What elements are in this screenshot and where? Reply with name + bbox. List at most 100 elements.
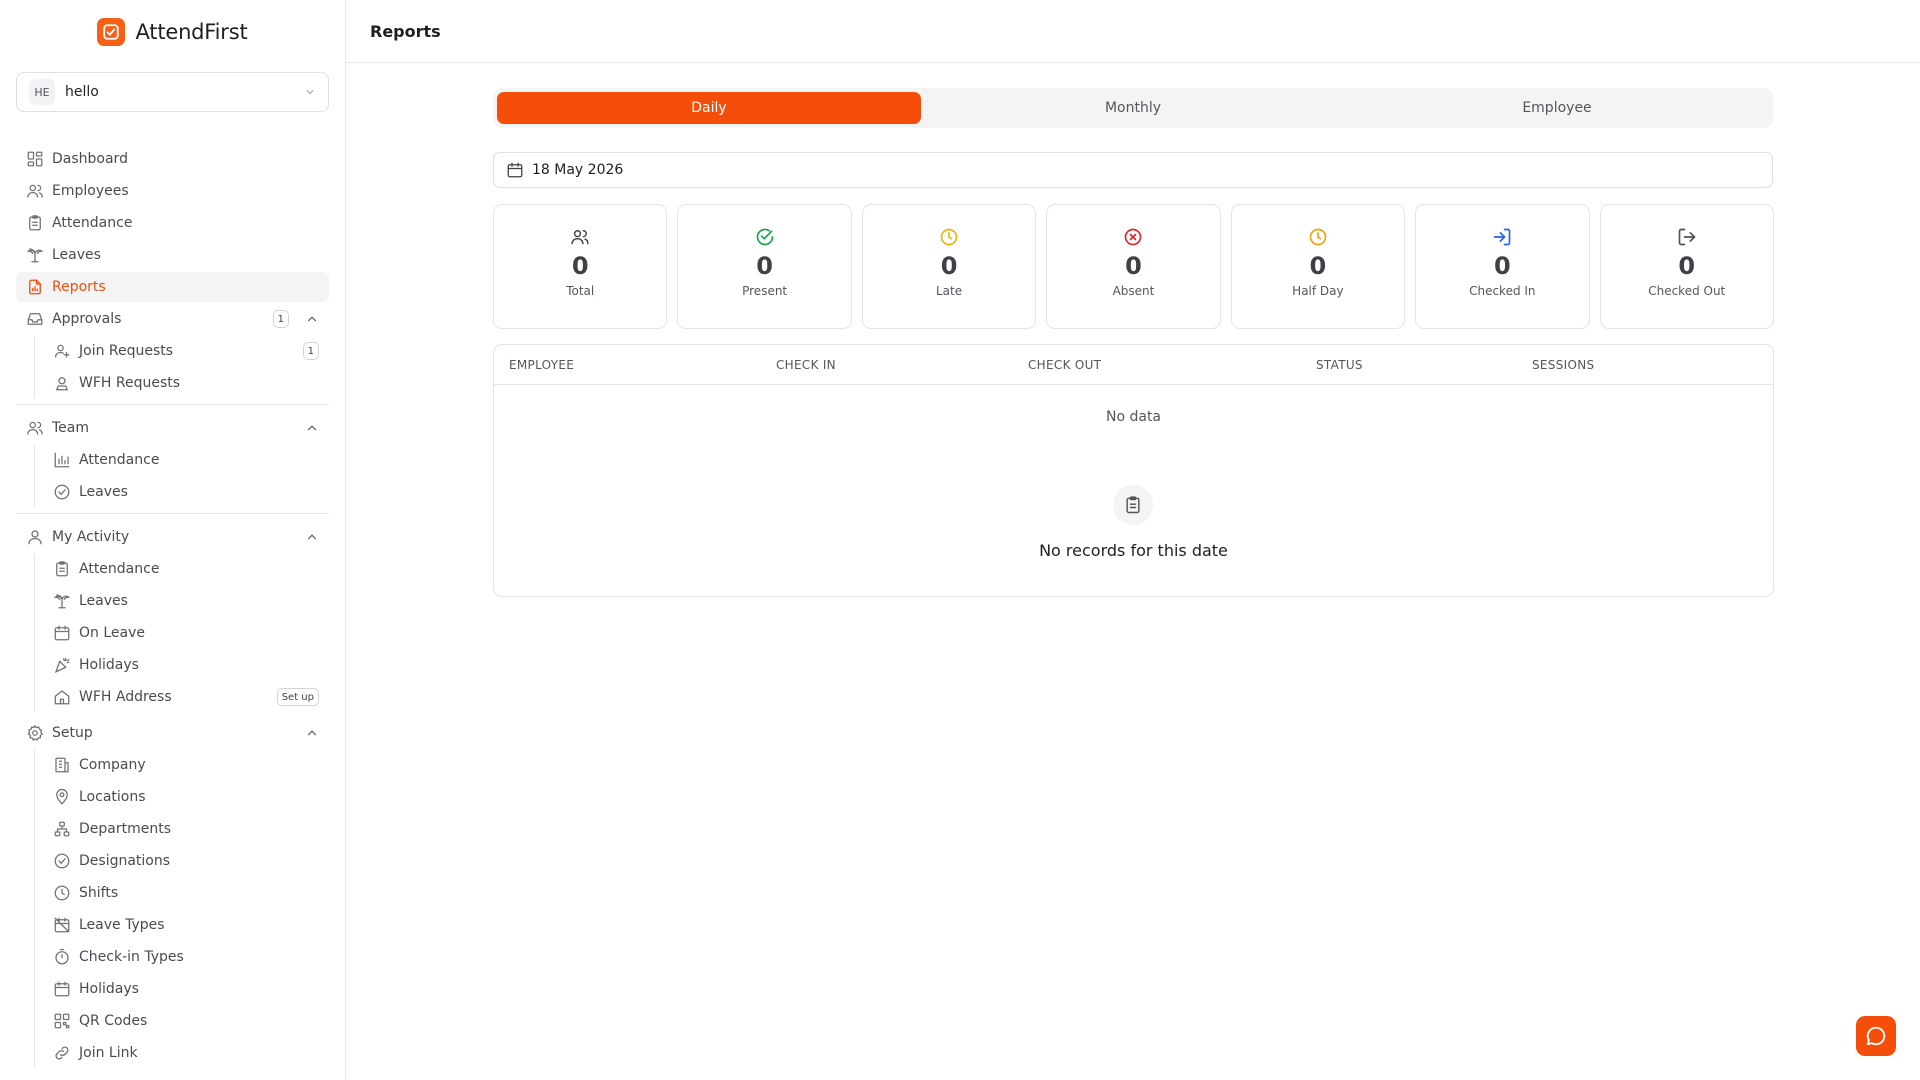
sidebar-item-label: Approvals xyxy=(52,311,122,327)
sidebar-item-label: QR Codes xyxy=(79,1013,148,1029)
sidebar-group-approvals[interactable]: Approvals 1 xyxy=(16,304,329,334)
tab-employee[interactable]: Employee xyxy=(1345,92,1769,124)
sidebar-item-dashboard[interactable]: Dashboard xyxy=(16,144,329,174)
sidebar-item-label: Join Requests xyxy=(79,343,174,359)
no-data-text: No data xyxy=(1105,409,1162,425)
chevron-up-icon xyxy=(307,425,317,431)
timer-icon xyxy=(55,948,69,965)
chevron-up-icon xyxy=(307,316,317,322)
sidebar-item-departments[interactable]: Departments xyxy=(45,814,329,844)
sidebar-group-my-activity[interactable]: My Activity xyxy=(16,522,329,552)
sidebar-item-team-attendance[interactable]: Attendance xyxy=(45,445,329,475)
sidebar-item-my-holidays[interactable]: Holidays xyxy=(45,650,329,680)
sidebar-item-label: WFH Address xyxy=(79,689,172,705)
column-header-status[interactable]: STATUS xyxy=(1316,345,1363,385)
user-plus-icon xyxy=(54,344,70,358)
sidebar-item-label: Attendance xyxy=(79,561,160,577)
tab-daily[interactable]: Daily xyxy=(497,92,921,124)
sidebar-item-my-leaves[interactable]: Leaves xyxy=(45,586,329,616)
attendance-table: EMPLOYEE CHECK IN CHECK OUT STATUS SESSI… xyxy=(493,344,1774,597)
stat-card-late: 0 Late xyxy=(861,204,1037,329)
chat-support-button[interactable] xyxy=(1856,1016,1896,1056)
sidebar-item-leaves[interactable]: Leaves xyxy=(16,240,329,270)
gear-icon xyxy=(27,724,44,741)
tab-monthly[interactable]: Monthly xyxy=(921,92,1345,124)
sidebar-item-label: Reports xyxy=(52,279,106,295)
sidebar-item-join-requests[interactable]: Join Requests 1 xyxy=(45,336,329,366)
sidebar-item-join-link[interactable]: Join Link xyxy=(45,1038,329,1068)
workspace-name: hello xyxy=(65,84,99,100)
sidebar-item-label: Setup xyxy=(52,725,93,741)
sidebar-item-check-in-types[interactable]: Check-in Types xyxy=(45,942,329,972)
sidebar-item-label: On Leave xyxy=(79,625,145,641)
sidebar-item-wfh-requests[interactable]: WFH Requests xyxy=(45,368,329,398)
stat-label: Present xyxy=(742,284,788,298)
stat-label: Checked Out xyxy=(1648,284,1726,298)
team-subnav: Attendance Leaves xyxy=(34,445,329,507)
sidebar-item-employees[interactable]: Employees xyxy=(16,176,329,206)
stat-card-present: 0 Present xyxy=(677,204,852,329)
sidebar-item-locations[interactable]: Locations xyxy=(45,782,329,812)
building-icon xyxy=(55,757,69,773)
sidebar-item-leave-types[interactable]: Leave Types xyxy=(45,910,329,940)
sidebar-item-attendance[interactable]: Attendance xyxy=(16,208,329,238)
chevron-down-icon xyxy=(306,90,314,95)
sidebar-item-team-leaves[interactable]: Leaves xyxy=(45,477,329,507)
user-pin-icon xyxy=(55,377,69,391)
approvals-subnav: Join Requests 1 WFH Requests xyxy=(34,336,329,398)
sidebar-item-label: Departments xyxy=(79,821,172,837)
stat-value: 0 xyxy=(1309,252,1327,280)
divider xyxy=(16,404,329,405)
clipboard-icon xyxy=(56,561,68,577)
column-header-employee[interactable]: EMPLOYEE xyxy=(509,345,574,385)
sidebar-item-holidays[interactable]: Holidays xyxy=(45,974,329,1004)
stat-label: Absent xyxy=(1112,284,1155,298)
report-tabs: Daily Monthly Employee xyxy=(493,88,1773,128)
report-icon xyxy=(29,279,41,295)
column-header-check-out[interactable]: CHECK OUT xyxy=(1028,345,1101,385)
log-in-icon xyxy=(1493,228,1511,246)
sidebar-item-label: Company xyxy=(79,757,146,773)
sidebar-item-label: Dashboard xyxy=(52,151,128,167)
chevron-up-icon xyxy=(307,534,317,540)
clock-icon xyxy=(54,885,70,901)
column-header-sessions[interactable]: SESSIONS xyxy=(1532,345,1594,385)
badge-check-icon xyxy=(54,853,70,869)
users-icon xyxy=(27,421,43,435)
sidebar-item-shifts[interactable]: Shifts xyxy=(45,878,329,908)
sidebar-group-team[interactable]: Team xyxy=(16,413,329,443)
sidebar-item-company[interactable]: Company xyxy=(45,750,329,780)
chevron-up-icon xyxy=(307,730,317,736)
sidebar: AttendFirst HE hello Dashboard Employees… xyxy=(0,0,346,1080)
brand[interactable]: AttendFirst xyxy=(0,0,345,64)
sidebar-item-label: Leaves xyxy=(79,593,128,609)
stat-label: Late xyxy=(935,284,963,298)
users-icon xyxy=(571,230,589,245)
chat-bubble-icon xyxy=(1866,1026,1886,1046)
sidebar-item-designations[interactable]: Designations xyxy=(45,846,329,876)
sidebar-item-label: Check-in Types xyxy=(79,949,184,965)
sidebar-group-setup[interactable]: Setup xyxy=(16,718,329,748)
sidebar-item-label: Team xyxy=(52,420,90,436)
home-icon xyxy=(54,690,70,705)
column-header-check-in[interactable]: CHECK IN xyxy=(776,345,836,385)
empty-state-icon xyxy=(1113,485,1153,525)
stat-label: Checked In xyxy=(1469,284,1536,298)
sidebar-item-on-leave[interactable]: On Leave xyxy=(45,618,329,648)
org-chart-icon xyxy=(54,821,70,837)
stat-card-absent: 0 Absent xyxy=(1046,204,1221,329)
sidebar-item-label: Locations xyxy=(79,789,146,805)
clipboard-icon xyxy=(29,215,41,231)
sidebar-item-wfh-address[interactable]: WFH Address Set up xyxy=(45,682,329,712)
sidebar-item-qr-codes[interactable]: QR Codes xyxy=(45,1006,329,1036)
sidebar-item-label: Shifts xyxy=(79,885,119,901)
sidebar-item-reports[interactable]: Reports xyxy=(16,272,329,302)
workspace-switcher[interactable]: HE hello xyxy=(16,72,329,112)
app-name: AttendFirst xyxy=(135,20,248,44)
date-picker[interactable]: 18 May 2026 xyxy=(493,152,1773,188)
sidebar-item-my-attendance[interactable]: Attendance xyxy=(45,554,329,584)
calendar-icon xyxy=(54,625,70,641)
setup-subnav: Company Locations Departments Designatio… xyxy=(34,750,329,1068)
check-circle-icon xyxy=(54,484,70,500)
stat-value: 0 xyxy=(571,252,589,280)
